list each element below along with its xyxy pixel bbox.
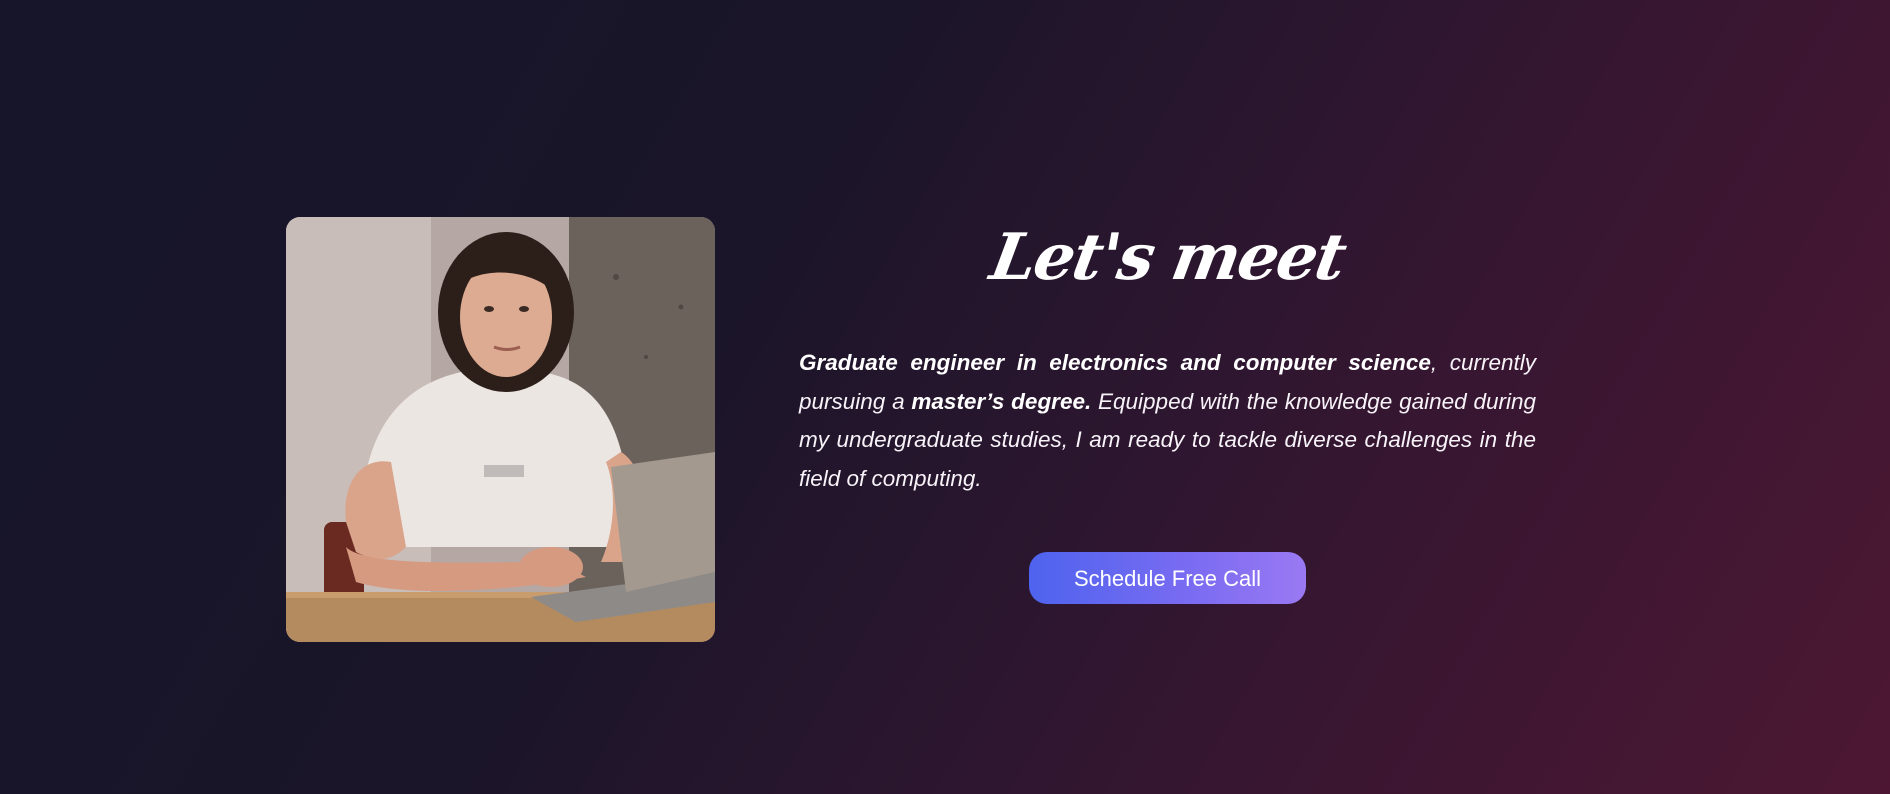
portrait-photo-icon bbox=[286, 217, 715, 642]
bio-highlight-degree-field: Graduate engineer in electronics and com… bbox=[799, 350, 1431, 375]
bio-paragraph: Graduate engineer in electronics and com… bbox=[799, 344, 1536, 498]
section-title: Let's meet bbox=[985, 220, 1351, 295]
bio-highlight-masters: master’s degree. bbox=[911, 388, 1092, 414]
profile-photo bbox=[286, 217, 715, 642]
cta-wrapper: Schedule Free Call bbox=[799, 552, 1536, 604]
schedule-call-button[interactable]: Schedule Free Call bbox=[1029, 552, 1306, 604]
about-section: Let's meet Graduate engineer in electron… bbox=[0, 0, 1890, 794]
about-content: Let's meet Graduate engineer in electron… bbox=[799, 210, 1536, 604]
